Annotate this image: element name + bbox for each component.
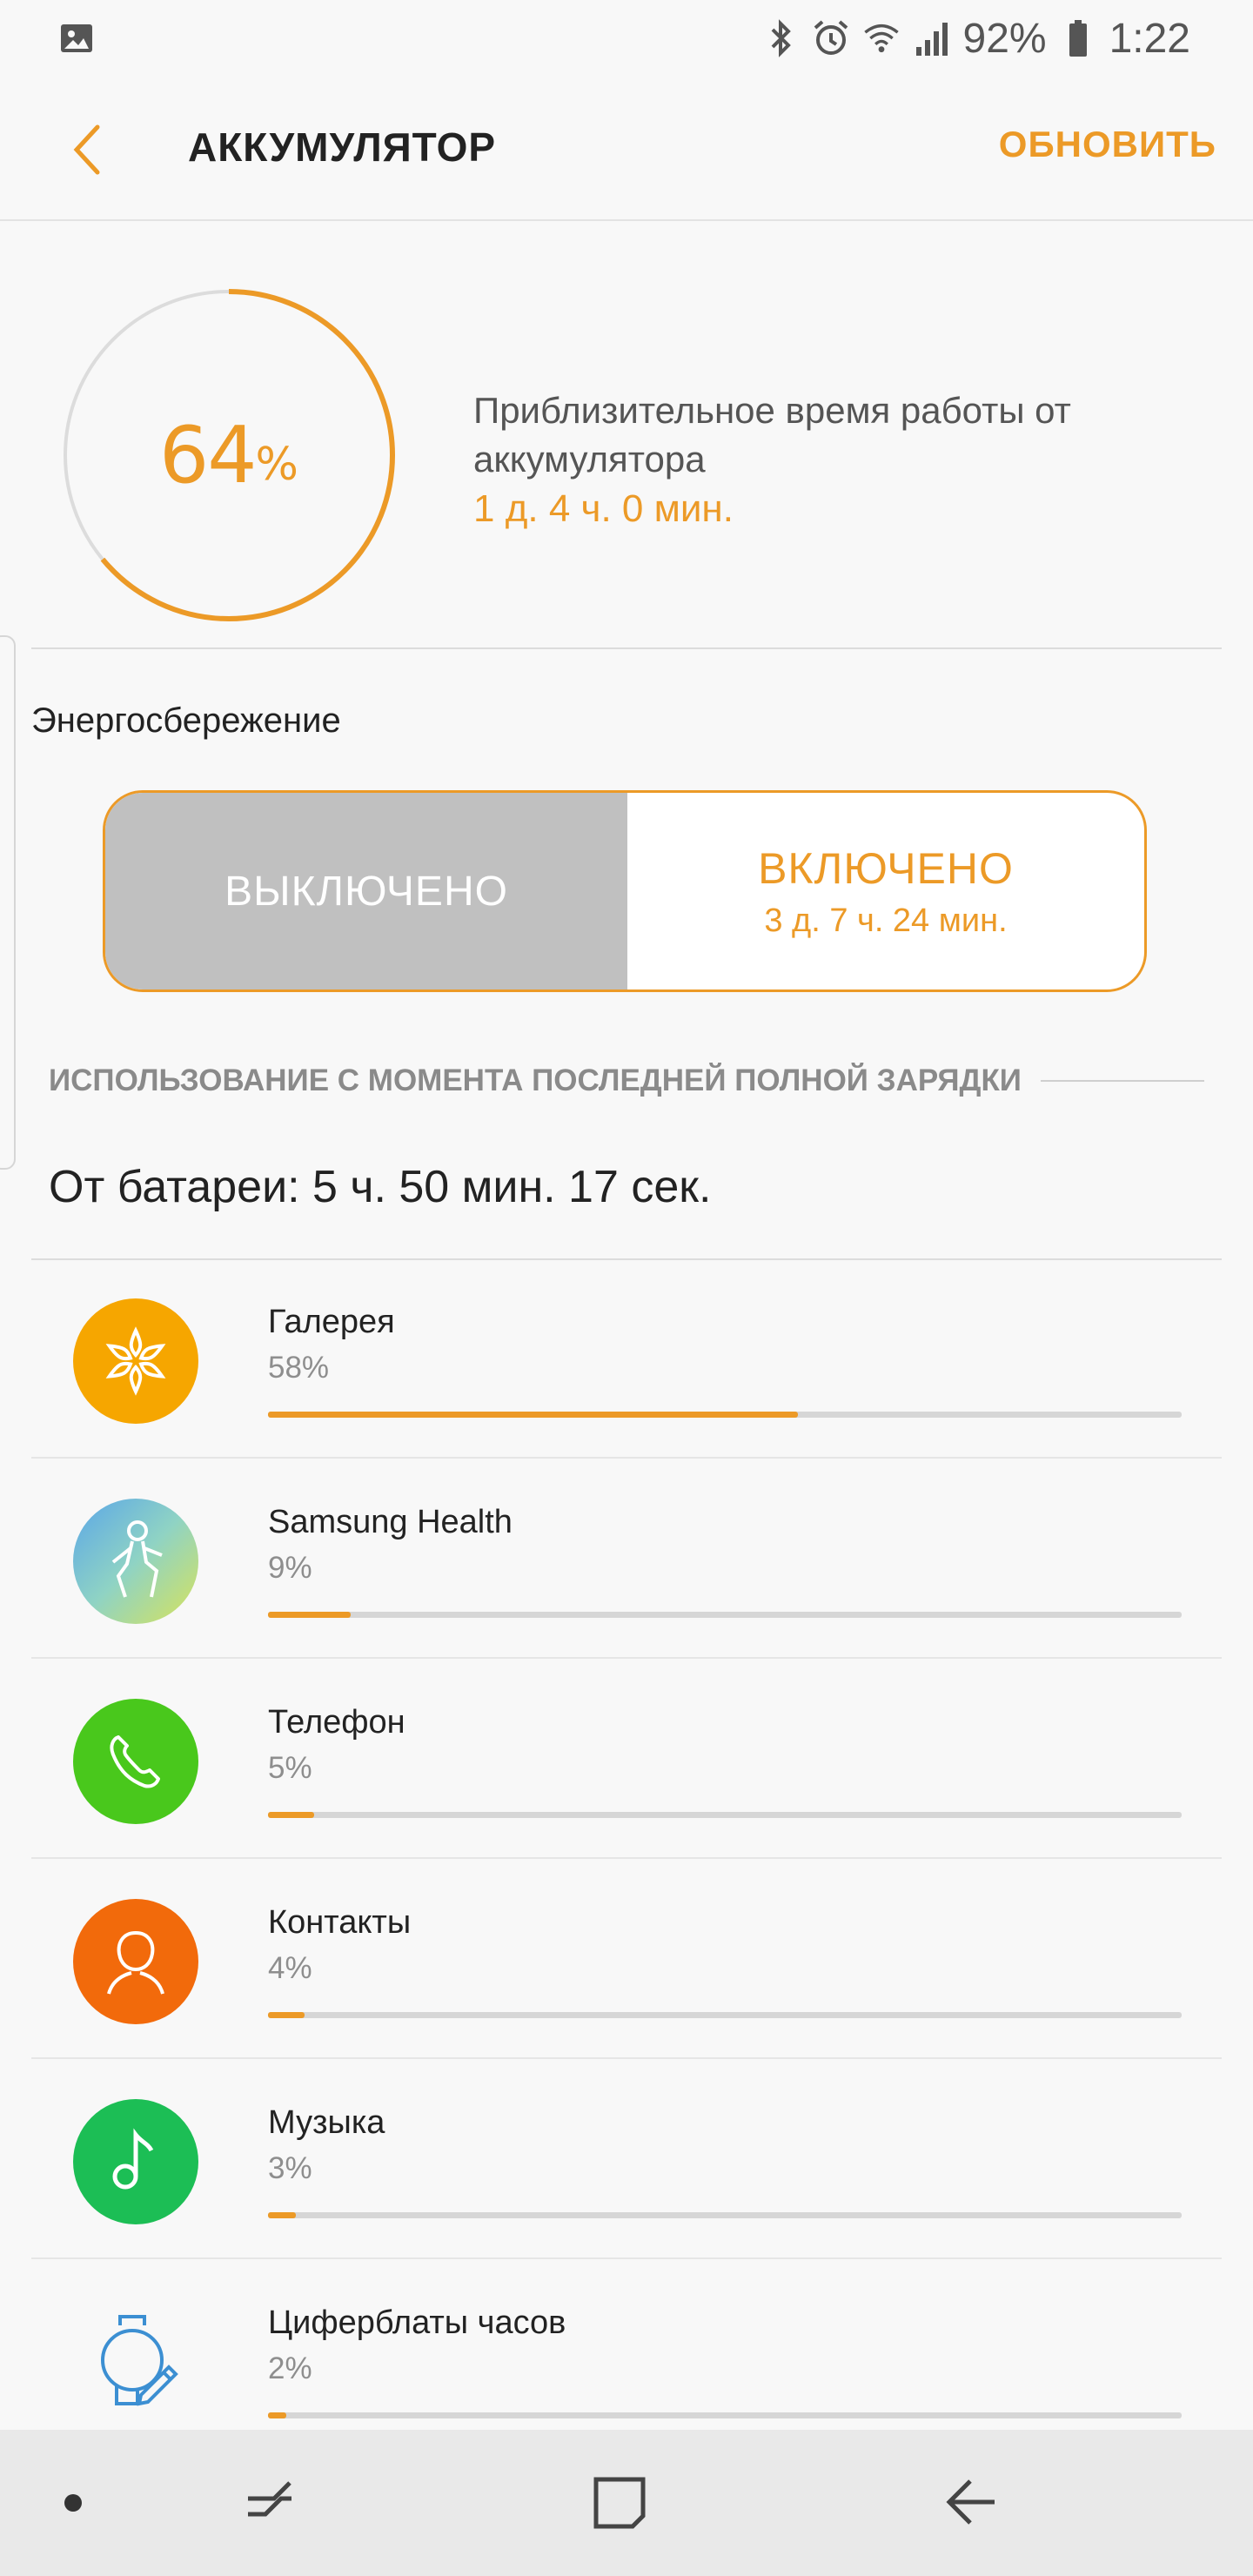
app-name: Музыка xyxy=(268,2104,385,2141)
usage-bar xyxy=(268,1812,1182,1818)
recent-apps-button[interactable] xyxy=(235,2468,305,2538)
back-nav-button[interactable] xyxy=(936,2468,1006,2538)
app-percent: 3% xyxy=(268,2151,312,2185)
battery-summary: 64 % Приблизительное время работы от акк… xyxy=(0,219,1253,647)
status-right: 92% 1:22 xyxy=(761,15,1190,63)
page-title: АККУМУЛЯТОР xyxy=(188,124,497,170)
home-button[interactable] xyxy=(585,2468,654,2538)
home-icon xyxy=(593,2477,646,2529)
usage-bar-fill xyxy=(268,2412,286,2418)
status-left xyxy=(57,19,96,57)
gallery-notification-icon xyxy=(57,19,96,57)
gallery-flower-icon xyxy=(73,1298,198,1424)
list-item[interactable]: Контакты 4% xyxy=(31,1859,1222,2059)
alarm-icon xyxy=(812,19,850,57)
contact-person-icon xyxy=(73,1899,198,2024)
back-button[interactable] xyxy=(56,118,118,181)
usage-bar xyxy=(268,1612,1182,1618)
back-arrow-icon xyxy=(946,2479,995,2525)
app-name: Галерея xyxy=(268,1304,395,1340)
power-saving-on-time: 3 д. 7 ч. 24 мин. xyxy=(764,902,1008,939)
list-item[interactable]: Музыка 3% xyxy=(31,2059,1222,2259)
estimate-label: Приблизительное время работы от аккумуля… xyxy=(473,390,1071,480)
power-saving-off-option[interactable]: ВЫКЛЮЧЕНО xyxy=(105,793,627,989)
list-item[interactable]: Samsung Health 9% xyxy=(31,1459,1222,1659)
on-battery-time: От батареи: 5 ч. 50 мин. 17 сек. xyxy=(49,1162,712,1212)
watch-face-icon xyxy=(73,2299,198,2425)
edge-panel-handle[interactable] xyxy=(0,635,16,1170)
battery-percent-unit: % xyxy=(255,439,298,491)
wifi-icon xyxy=(862,19,901,57)
usage-bar-fill xyxy=(268,2012,305,2018)
music-note-icon xyxy=(73,2099,198,2224)
usage-bar xyxy=(268,2012,1182,2018)
app-name: Телефон xyxy=(268,1704,405,1741)
usage-bar-fill xyxy=(268,1612,351,1618)
chevron-left-icon xyxy=(73,124,100,175)
app-percent: 58% xyxy=(268,1351,330,1385)
status-bar: 92% 1:22 xyxy=(0,0,1253,77)
usage-bar-fill xyxy=(268,1812,314,1818)
app-percent: 5% xyxy=(268,1751,312,1785)
power-saving-off-label: ВЫКЛЮЧЕНО xyxy=(224,868,508,915)
app-name: Samsung Health xyxy=(268,1504,513,1540)
phone-icon xyxy=(73,1699,198,1824)
refresh-button[interactable]: ОБНОВИТЬ xyxy=(999,124,1216,165)
power-saving-toggle: ВЫКЛЮЧЕНО ВКЛЮЧЕНО 3 д. 7 ч. 24 мин. xyxy=(103,790,1147,992)
app-percent: 2% xyxy=(268,2351,312,2385)
usage-section-header: ИСПОЛЬЗОВАНИЕ С МОМЕНТА ПОСЛЕДНЕЙ ПОЛНОЙ… xyxy=(49,1063,1204,1098)
bluetooth-icon xyxy=(761,19,800,57)
divider xyxy=(31,647,1222,649)
power-saving-on-option[interactable]: ВКЛЮЧЕНО 3 д. 7 ч. 24 мин. xyxy=(627,793,1144,989)
power-saving-label: Энергосбережение xyxy=(31,701,341,740)
power-saving-on-label: ВКЛЮЧЕНО xyxy=(758,843,1014,893)
app-percent: 9% xyxy=(268,1551,312,1585)
app-percent: 4% xyxy=(268,1951,312,1985)
usage-bar-fill xyxy=(268,2212,296,2218)
navigation-bar xyxy=(0,2430,1253,2576)
app-name: Циферблаты часов xyxy=(268,2304,566,2341)
header-line xyxy=(1040,1080,1204,1082)
battery-percent: 64 % xyxy=(57,284,400,627)
clock: 1:22 xyxy=(1109,15,1190,62)
battery-percent-number: 64 xyxy=(159,409,258,501)
signal-icon xyxy=(913,19,951,57)
battery-status-text: 92% xyxy=(962,15,1047,62)
app-name: Контакты xyxy=(268,1904,412,1941)
estimate-value: 1 д. 4 ч. 0 мин. xyxy=(473,487,734,530)
list-item[interactable]: Телефон 5% xyxy=(31,1659,1222,1859)
usage-bar xyxy=(268,1412,1182,1418)
samsung-health-icon xyxy=(73,1499,198,1624)
usage-bar-fill xyxy=(268,1412,798,1418)
nav-dot-icon[interactable] xyxy=(64,2494,82,2512)
usage-header-text: ИСПОЛЬЗОВАНИЕ С МОМЕНТА ПОСЛЕДНЕЙ ПОЛНОЙ… xyxy=(49,1063,1022,1097)
usage-bar xyxy=(268,2412,1182,2418)
battery-icon xyxy=(1059,19,1097,57)
list-item[interactable]: Галерея 58% xyxy=(31,1258,1222,1459)
usage-bar xyxy=(268,2212,1182,2218)
app-bar: АККУМУЛЯТОР ОБНОВИТЬ xyxy=(0,77,1253,221)
recent-apps-icon xyxy=(248,2481,291,2517)
